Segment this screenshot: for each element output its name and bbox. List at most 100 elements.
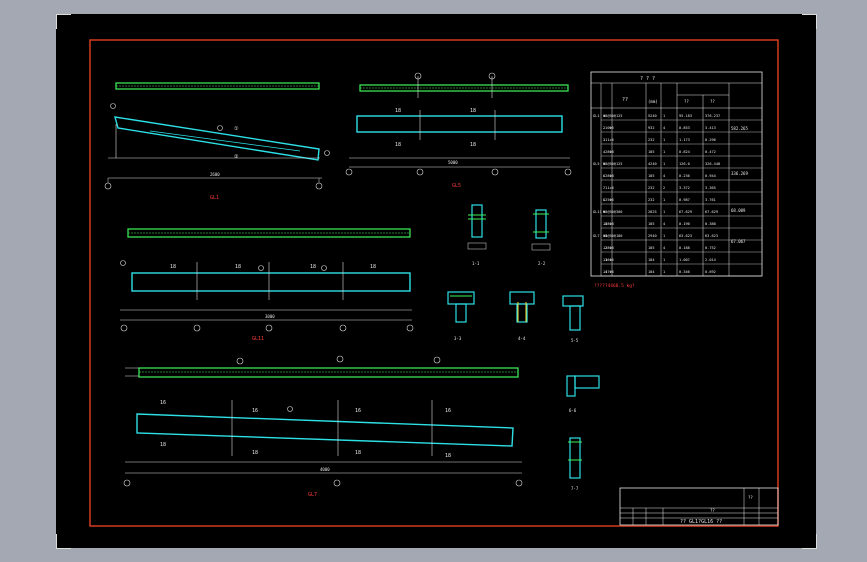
table-cell: -28Φ8 <box>603 174 614 178</box>
svg-text:3000: 3000 <box>265 314 275 319</box>
table-cell: 184 <box>648 258 655 262</box>
table-cell: 376.237 <box>705 114 720 118</box>
table-group-label: GL11 <box>593 210 602 214</box>
table-cell: -47Φ6 <box>603 270 614 274</box>
table-cell: 1 <box>663 258 665 262</box>
svg-text:1-1: 1-1 <box>472 261 480 266</box>
svg-text:18: 18 <box>370 264 376 270</box>
table-cell: 1 <box>663 210 665 214</box>
table-cell: 4 <box>663 222 665 226</box>
table-cell: 2 <box>663 186 665 190</box>
table-cell: Φ8@50@180 <box>603 234 622 238</box>
table-total: 336.269 <box>731 171 748 176</box>
svg-text:??: ?? <box>622 97 628 103</box>
table-cell: -28Φ8 <box>603 222 614 226</box>
table-cell: 0.472 <box>705 150 716 154</box>
table-cell: 63.623 <box>679 234 692 238</box>
table-cell: 0.346 <box>679 270 690 274</box>
svg-text:4-4: 4-4 <box>518 336 526 341</box>
table-cell: 2825 <box>648 210 657 214</box>
section-details: 1-1 2-2 3-3 4-4 5-5 6-6 7-7 <box>447 204 600 491</box>
table-cell: 1.173 <box>679 138 690 142</box>
table-group-label: GL7 <box>593 234 600 238</box>
table-cell: 0.987 <box>679 198 690 202</box>
table-cell: 4 <box>663 246 665 250</box>
svg-text:2-2: 2-2 <box>538 261 546 266</box>
beam-4-elevation: 16 16 16 16 18 18 18 18 4000 GL7 <box>123 355 523 498</box>
table-cell: 0.296 <box>705 138 716 142</box>
svg-text:18: 18 <box>170 264 176 270</box>
table-cell: -28Φ8 <box>603 150 614 154</box>
table-cell: 3.365 <box>705 186 716 190</box>
svg-text:18: 18 <box>445 453 451 459</box>
beam-1-elevation: ① ② 2600 GL1 <box>104 82 330 201</box>
beam-3-elevation: 18 18 18 18 3000 GL11 <box>120 228 414 342</box>
beam-3-label: GL11 <box>252 336 264 342</box>
table-cell: 1 <box>663 270 665 274</box>
table-cell: 0.752 <box>705 246 716 250</box>
table-cell: 185 <box>648 222 655 226</box>
drawing-frame <box>89 39 779 527</box>
svg-text:18: 18 <box>252 450 258 456</box>
table-cell: 0.380 <box>705 222 716 226</box>
table-cell: 232 <box>648 138 655 142</box>
table-group-label: GL5 <box>593 162 600 166</box>
beam-4-label: GL7 <box>308 492 317 498</box>
beam-2-elevation: 18 18 18 18 5000 GL5 <box>345 72 572 189</box>
table-cell: 95.183 <box>679 114 692 118</box>
svg-text:16: 16 <box>445 408 451 414</box>
svg-text:16: 16 <box>355 408 361 414</box>
svg-text:16: 16 <box>252 408 258 414</box>
svg-text:②: ② <box>234 154 239 160</box>
svg-text:①: ① <box>234 126 239 132</box>
svg-text:??: ?? <box>710 99 715 104</box>
table-cell: 1 <box>663 138 665 142</box>
svg-text:??: ?? <box>684 99 689 104</box>
table-cell: 185 <box>648 150 655 154</box>
svg-text:18: 18 <box>395 142 401 148</box>
table-cell: -11c6 <box>603 138 614 142</box>
table-cell: 326.448 <box>705 162 720 166</box>
table-cell: 0.824 <box>679 150 690 154</box>
table-cell: 0.944 <box>705 174 716 178</box>
table-total: 67.067 <box>731 239 746 244</box>
table-cell: 4 <box>663 126 665 130</box>
table-cell: 1 <box>663 162 665 166</box>
svg-text:5-5: 5-5 <box>571 338 579 343</box>
table-cell: 1.007 <box>679 258 690 262</box>
svg-text:6-6: 6-6 <box>569 408 577 413</box>
svg-text:3-3: 3-3 <box>454 336 462 341</box>
table-cell: 1 <box>663 234 665 238</box>
table-cell: -11c6 <box>603 186 614 190</box>
table-cell: -10Φ6 <box>603 126 614 130</box>
table-cell: 1 <box>663 114 665 118</box>
title-block: ?? GL1?GL16 ?? ?? ?? <box>619 487 779 526</box>
table-group-label: GL1 <box>593 114 600 118</box>
table-cell: 185 <box>648 174 655 178</box>
table-cell: 0.692 <box>705 270 716 274</box>
table-cell: 67.629 <box>679 210 692 214</box>
svg-text:??: ?? <box>710 508 715 513</box>
table-cell: 2940 <box>648 234 657 238</box>
table-cell: 67.629 <box>705 210 718 214</box>
table-cell: 63.623 <box>705 234 718 238</box>
beam-2-label: GL5 <box>452 183 461 189</box>
svg-text:2600: 2600 <box>210 172 220 177</box>
drawing-name: ?? GL1?GL16 ?? <box>680 519 722 525</box>
table-cell: 232 <box>648 186 655 190</box>
table-cell: Φ8@50@125 <box>603 114 622 118</box>
svg-text:5000: 5000 <box>448 160 458 165</box>
table-cell: -25Φ6 <box>603 198 614 202</box>
svg-text:18: 18 <box>160 442 166 448</box>
svg-text:16: 16 <box>160 400 166 406</box>
table-header: ? ? ? <box>640 76 655 82</box>
svg-text:18: 18 <box>235 264 241 270</box>
table-cell: 1 <box>663 198 665 202</box>
svg-text:18: 18 <box>470 108 476 114</box>
table-cell: 3.761 <box>705 198 716 202</box>
table-cell: Φ8@50@125 <box>603 162 622 166</box>
table-cell: 0.190 <box>679 222 690 226</box>
table-cell: 4 <box>663 174 665 178</box>
table-cell: 5240 <box>648 114 657 118</box>
table-cell: 0.188 <box>679 246 690 250</box>
